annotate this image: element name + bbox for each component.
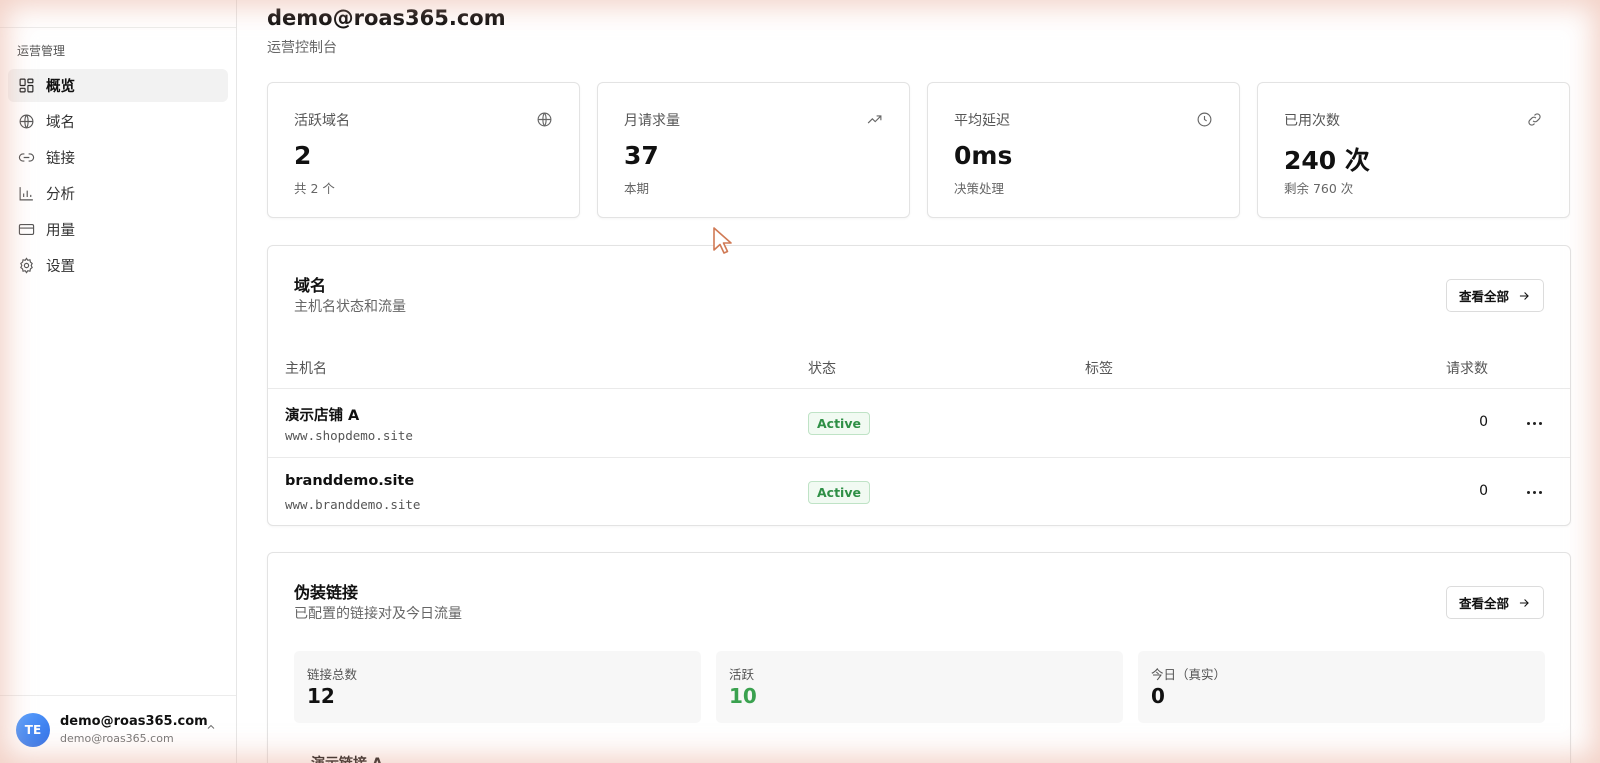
- stat-value: 10: [729, 684, 757, 708]
- button-label: 查看全部: [1458, 596, 1509, 611]
- globe-icon: [537, 112, 552, 127]
- more-actions-button[interactable]: [1522, 480, 1546, 504]
- stat-hint: 剩余 760 次: [1284, 181, 1354, 196]
- host-name: 演示店铺 A: [285, 408, 360, 424]
- sidebar-nav: 概览 域名 链接 分析 用量 设置: [8, 69, 228, 285]
- table-row[interactable]: branddemo.site www.branddemo.site Active…: [268, 457, 1570, 526]
- page-title: demo@roas365.com: [267, 6, 506, 30]
- main-content: demo@roas365.com 运营控制台 活跃域名 2 共 2 个 月请求量…: [237, 0, 1600, 763]
- user-info: demo@roas365.com demo@roas365.com: [60, 714, 208, 745]
- links-total-stat: 链接总数 12: [294, 651, 701, 723]
- user-name: demo@roas365.com: [60, 714, 208, 729]
- stat-value: 0: [1151, 684, 1165, 708]
- sidebar-item-label: 分析: [46, 187, 75, 203]
- view-all-links-button[interactable]: 查看全部: [1445, 586, 1544, 619]
- sidebar-item-links[interactable]: 链接: [8, 141, 228, 174]
- stat-label: 月请求量: [624, 113, 680, 129]
- globe-icon: [19, 114, 34, 129]
- avatar: TE: [16, 712, 50, 747]
- panel-title: 域名: [294, 276, 327, 295]
- arrow-right-icon: [1519, 291, 1529, 300]
- host-address: www.shopdemo.site: [285, 428, 413, 443]
- stat-value: 240 次: [1284, 146, 1370, 175]
- page-subtitle: 运营控制台: [267, 40, 337, 56]
- stat-card-usage-count: 已用次数 240 次 剩余 760 次: [1257, 82, 1570, 218]
- column-header-status[interactable]: 状态: [808, 358, 836, 378]
- chevron-up-icon[interactable]: [205, 721, 217, 733]
- sidebar-item-domains[interactable]: 域名: [8, 105, 228, 138]
- user-email: demo@roas365.com: [60, 732, 174, 745]
- bar-chart-icon: [19, 187, 33, 201]
- host-name: branddemo.site: [285, 473, 415, 489]
- column-header-tags[interactable]: 标签: [1085, 358, 1113, 378]
- stat-value: 2: [294, 141, 312, 170]
- stat-label: 活跃域名: [294, 113, 350, 129]
- sidebar-item-label: 概览: [46, 79, 75, 95]
- sidebar-item-overview[interactable]: 概览: [8, 69, 228, 102]
- domains-panel: 域名 主机名状态和流量 查看全部 主机名 状态 标签 请求数 演示店铺 A ww…: [267, 245, 1571, 526]
- request-count: 0: [1479, 414, 1488, 430]
- arrow-right-icon: [1519, 598, 1529, 607]
- stat-card-active-domains: 活跃域名 2 共 2 个: [267, 82, 580, 218]
- column-header-requests[interactable]: 请求数: [1446, 358, 1488, 378]
- sidebar-group-label: 运营管理: [17, 44, 66, 58]
- links-active-stat: 活跃 10: [716, 651, 1123, 723]
- column-header-host[interactable]: 主机名: [285, 358, 327, 378]
- sidebar: 运营管理 概览 域名 链接 分析 用量 设置 TE demo@roas365.c…: [0, 0, 237, 763]
- user-menu[interactable]: TE demo@roas365.com demo@roas365.com: [0, 695, 236, 763]
- stat-hint: 共 2 个: [294, 181, 335, 196]
- credit-card-icon: [18, 223, 35, 236]
- sidebar-item-label: 用量: [46, 223, 75, 239]
- stat-label: 今日（真实）: [1151, 667, 1227, 682]
- stat-label: 平均延迟: [954, 113, 1010, 129]
- stat-label: 链接总数: [307, 667, 358, 682]
- panel-subtitle: 已配置的链接对及今日流量: [294, 606, 462, 622]
- dashboard-icon: [19, 78, 34, 93]
- gear-icon: [20, 257, 33, 274]
- sidebar-item-label: 设置: [46, 259, 75, 275]
- sidebar-divider: [0, 27, 236, 28]
- stat-card-avg-latency: 平均延迟 0ms 决策处理: [927, 82, 1240, 218]
- stat-value: 0ms: [954, 141, 1013, 170]
- status-badge: Active: [808, 412, 870, 435]
- trending-up-icon: [867, 115, 882, 124]
- request-count: 0: [1479, 483, 1488, 499]
- sidebar-item-label: 链接: [46, 151, 75, 167]
- table-row[interactable]: 演示店铺 A www.shopdemo.site Active 0: [268, 388, 1570, 457]
- app-window: 运营管理 概览 域名 链接 分析 用量 设置 TE demo@roas365.c…: [0, 0, 1600, 763]
- stat-value: 12: [307, 684, 335, 708]
- links-today-stat: 今日（真实） 0: [1138, 651, 1545, 723]
- panel-subtitle: 主机名状态和流量: [294, 299, 406, 315]
- more-actions-button[interactable]: [1522, 411, 1546, 435]
- links-panel: 伪装链接 已配置的链接对及今日流量 查看全部 链接总数 12 活跃 10 今日（…: [267, 552, 1571, 763]
- sidebar-item-analytics[interactable]: 分析: [8, 177, 228, 210]
- button-label: 查看全部: [1458, 289, 1509, 304]
- sidebar-item-settings[interactable]: 设置: [8, 249, 228, 282]
- stat-card-monthly-requests: 月请求量 37 本期: [597, 82, 910, 218]
- mouse-cursor-icon: [713, 227, 732, 254]
- list-item[interactable]: 演示链接 A: [311, 753, 383, 763]
- link-icon: [1528, 113, 1541, 126]
- sidebar-item-label: 域名: [46, 115, 75, 131]
- status-badge: Active: [808, 481, 870, 504]
- stat-hint: 本期: [624, 181, 650, 196]
- view-all-domains-button[interactable]: 查看全部: [1445, 279, 1544, 312]
- clock-icon: [1197, 112, 1212, 127]
- panel-title: 伪装链接: [294, 583, 359, 602]
- sidebar-item-usage[interactable]: 用量: [8, 213, 228, 246]
- host-address: www.branddemo.site: [285, 497, 421, 512]
- stat-label: 活跃: [729, 667, 755, 682]
- stat-hint: 决策处理: [954, 181, 1005, 196]
- stat-label: 已用次数: [1284, 113, 1340, 129]
- link-icon: [18, 153, 35, 162]
- stat-value: 37: [624, 141, 659, 170]
